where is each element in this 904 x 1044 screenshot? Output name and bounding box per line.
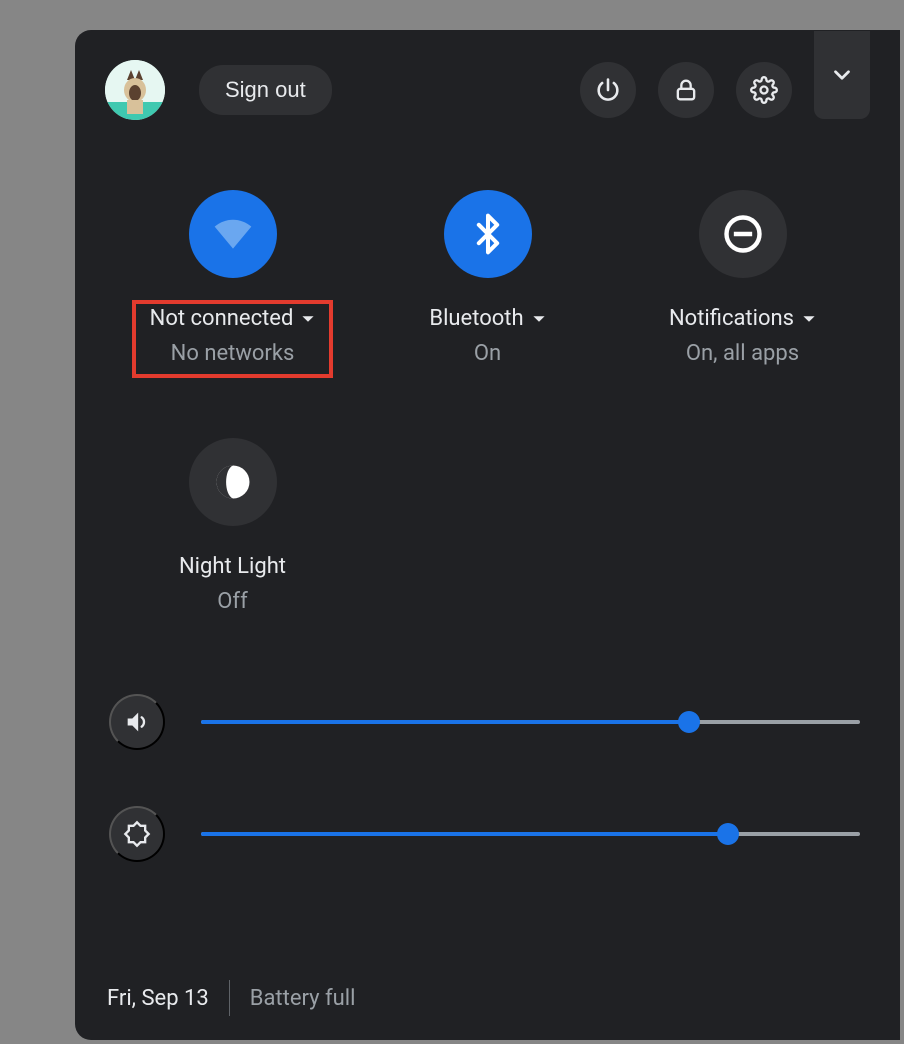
- network-highlight-box: Not connected No networks: [132, 300, 334, 378]
- notifications-sub: On, all apps: [686, 341, 799, 366]
- night-light-label-row[interactable]: Night Light: [179, 554, 286, 579]
- bluetooth-icon: [466, 212, 510, 256]
- brightness-row: [109, 806, 860, 862]
- footer-battery: Battery full: [250, 986, 356, 1011]
- chevron-down-icon: [829, 62, 855, 88]
- network-tile-icon: [189, 190, 277, 278]
- do-not-disturb-icon: [721, 212, 765, 256]
- brightness-fill: [201, 832, 728, 836]
- volume-row: [109, 694, 860, 750]
- night-light-tile-icon: [189, 438, 277, 526]
- lock-button[interactable]: [658, 62, 714, 118]
- avatar[interactable]: [105, 60, 165, 120]
- night-light-sub: Off: [217, 589, 247, 614]
- caret-down-icon: [802, 312, 816, 326]
- bluetooth-label: Bluetooth: [429, 306, 523, 331]
- footer-date: Fri, Sep 13: [107, 986, 209, 1011]
- sign-out-button[interactable]: Sign out: [199, 65, 332, 115]
- network-label: Not connected: [150, 306, 294, 331]
- bluetooth-tile[interactable]: Bluetooth On: [360, 190, 615, 378]
- caret-down-icon: [532, 312, 546, 326]
- bluetooth-tile-icon: [444, 190, 532, 278]
- network-tile[interactable]: Not connected No networks: [105, 190, 360, 378]
- header-actions: [580, 61, 870, 119]
- wifi-icon: [211, 212, 255, 256]
- brightness-icon: [123, 820, 151, 848]
- night-light-icon: [211, 460, 255, 504]
- night-light-label: Night Light: [179, 554, 286, 579]
- gear-icon: [750, 76, 778, 104]
- caret-down-icon: [301, 312, 315, 326]
- footer-row: Fri, Sep 13 Battery full: [107, 980, 355, 1016]
- notifications-tile[interactable]: Notifications On, all apps: [615, 190, 870, 378]
- brightness-thumb[interactable]: [717, 823, 739, 845]
- volume-slider[interactable]: [201, 720, 860, 724]
- lock-icon: [672, 76, 700, 104]
- volume-icon: [123, 708, 151, 736]
- brightness-slider[interactable]: [201, 832, 860, 836]
- power-button[interactable]: [580, 62, 636, 118]
- sign-out-label: Sign out: [225, 77, 306, 103]
- night-light-tile[interactable]: Night Light Off: [105, 438, 360, 614]
- volume-thumb[interactable]: [678, 711, 700, 733]
- network-label-row[interactable]: Not connected: [150, 306, 316, 331]
- sliders-section: [105, 694, 870, 862]
- quick-settings-panel: Sign out: [75, 30, 900, 1040]
- volume-fill: [201, 720, 689, 724]
- power-icon: [594, 76, 622, 104]
- notifications-label-row[interactable]: Notifications: [669, 306, 816, 331]
- notifications-tile-icon: [699, 190, 787, 278]
- quick-tiles-grid: Not connected No networks Bluetooth On: [105, 190, 870, 614]
- collapse-button[interactable]: [814, 31, 870, 119]
- notifications-label: Notifications: [669, 306, 794, 331]
- bluetooth-label-row[interactable]: Bluetooth: [429, 306, 545, 331]
- avatar-cat-icon: [105, 60, 165, 120]
- bluetooth-sub: On: [474, 341, 501, 366]
- brightness-button[interactable]: [109, 806, 165, 862]
- footer-divider: [229, 980, 230, 1016]
- network-sub: No networks: [171, 341, 295, 366]
- settings-button[interactable]: [736, 62, 792, 118]
- volume-button[interactable]: [109, 694, 165, 750]
- header-row: Sign out: [105, 60, 870, 120]
